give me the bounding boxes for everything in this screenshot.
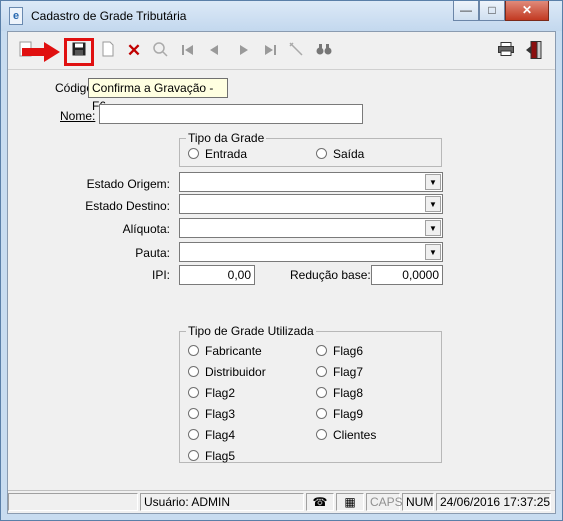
radio-flag7-circle [316, 366, 327, 377]
radio-flag4[interactable]: Flag4 [188, 428, 235, 442]
reducao-base-label: Redução base: [290, 268, 371, 282]
radio-flag3-label: Flag3 [205, 407, 236, 421]
radio-distribuidor[interactable]: Distribuidor [188, 365, 266, 379]
radio-flag3[interactable]: Flag3 [188, 407, 235, 421]
pauta-select[interactable]: ▼ [179, 242, 443, 262]
radio-flag8-circle [316, 387, 327, 398]
tipo-grade-utilizada-title: Tipo de Grade Utilizada [186, 324, 316, 338]
radio-flag5-circle [188, 450, 199, 461]
radio-flag2-label: Flag2 [205, 386, 236, 400]
radio-clientes[interactable]: Clientes [316, 428, 376, 442]
document-icon[interactable] [98, 41, 118, 61]
chevron-down-icon[interactable]: ▼ [425, 174, 441, 190]
radio-fabricante[interactable]: Fabricante [188, 344, 262, 358]
radio-flag6-circle [316, 345, 327, 356]
estado-origem-label: Estado Origem: [86, 177, 170, 191]
phone-icon[interactable]: ☎ [306, 493, 334, 511]
radio-flag5-label: Flag5 [205, 449, 236, 463]
close-button[interactable]: ✕ [505, 1, 549, 21]
radio-flag7-label: Flag7 [333, 365, 364, 379]
caps-indicator: CAPS [366, 493, 403, 511]
search-record-icon[interactable] [150, 41, 170, 61]
previous-record-icon[interactable] [204, 41, 224, 61]
estado-destino-select[interactable]: ▼ [179, 194, 443, 214]
tipo-grade-title: Tipo da Grade [186, 131, 267, 145]
app-icon: e [9, 7, 23, 25]
radio-flag9-label: Flag9 [333, 407, 364, 421]
status-empty [8, 493, 138, 511]
chevron-down-icon[interactable]: ▼ [425, 196, 441, 212]
radio-flag2[interactable]: Flag2 [188, 386, 235, 400]
radio-flag6[interactable]: Flag6 [316, 344, 363, 358]
radio-flag7[interactable]: Flag7 [316, 365, 363, 379]
estado-origem-select[interactable]: ▼ [179, 172, 443, 192]
window-title: Cadastro de Grade Tributária [31, 9, 187, 23]
radio-saida[interactable]: Saída [316, 147, 364, 161]
radio-flag6-label: Flag6 [333, 344, 364, 358]
reducao-base-input[interactable]: 0,0000 [371, 265, 443, 285]
radio-fabricante-label: Fabricante [205, 344, 262, 358]
ipi-label: IPI: [151, 268, 170, 282]
title-bar[interactable]: e Cadastro de Grade Tributária — □ ✕ [1, 1, 562, 31]
radio-flag8[interactable]: Flag8 [316, 386, 363, 400]
filter-icon[interactable] [286, 41, 306, 61]
last-record-icon[interactable] [260, 41, 280, 61]
exit-door-icon[interactable] [524, 41, 544, 61]
tipo-grade-group: Tipo da Grade Entrada Saída [179, 131, 442, 167]
radio-flag3-circle [188, 408, 199, 419]
num-indicator: NUM [402, 493, 434, 511]
radio-clientes-label: Clientes [333, 428, 377, 442]
status-user: Usuário: ADMIN [140, 493, 304, 511]
nome-label: Nome: [60, 109, 96, 123]
radio-flag9[interactable]: Flag9 [316, 407, 363, 421]
radio-saida-circle [316, 148, 327, 159]
aliquota-select[interactable]: ▼ [179, 218, 443, 238]
radio-entrada-label: Entrada [205, 147, 248, 161]
radio-fabricante-circle [188, 345, 199, 356]
radio-distribuidor-label: Distribuidor [205, 365, 266, 379]
nome-input[interactable] [99, 104, 363, 124]
minimize-button[interactable]: — [453, 1, 479, 21]
delete-icon[interactable]: ✕ [124, 41, 144, 61]
maximize-button[interactable]: □ [479, 1, 505, 21]
app-window: e Cadastro de Grade Tributária — □ ✕ ✕ C… [0, 0, 563, 521]
printer-icon[interactable] [496, 41, 516, 61]
save-icon[interactable] [69, 41, 89, 61]
radio-clientes-circle [316, 429, 327, 440]
status-bar: Usuário: ADMIN ☎ ▦ CAPS NUM 24/06/2016 1… [8, 490, 555, 512]
toolbar: ✕ [8, 32, 555, 70]
radio-flag4-label: Flag4 [205, 428, 236, 442]
chevron-down-icon[interactable]: ▼ [425, 220, 441, 236]
tipo-grade-utilizada-group: Tipo de Grade Utilizada Fabricante Distr… [179, 324, 442, 463]
radio-entrada[interactable]: Entrada [188, 147, 247, 161]
radio-entrada-circle [188, 148, 199, 159]
status-datetime: 24/06/2016 17:37:25 [436, 493, 551, 511]
estado-destino-label: Estado Destino: [85, 199, 170, 213]
pauta-label: Pauta: [135, 246, 170, 260]
calculator-icon[interactable]: ▦ [336, 493, 364, 511]
aliquota-label: Alíquota: [122, 222, 170, 236]
radio-flag5[interactable]: Flag5 [188, 449, 235, 463]
next-record-icon[interactable] [234, 41, 254, 61]
first-record-icon[interactable] [178, 41, 198, 61]
red-arrow-icon [22, 42, 60, 62]
binoculars-icon[interactable] [314, 41, 334, 61]
chevron-down-icon[interactable]: ▼ [425, 244, 441, 260]
form-client-area: ✕ Código Confirma a Gravação - Nome: Tip… [7, 31, 556, 514]
radio-flag2-circle [188, 387, 199, 398]
radio-distribuidor-circle [188, 366, 199, 377]
radio-flag4-circle [188, 429, 199, 440]
radio-flag8-label: Flag8 [333, 386, 364, 400]
ipi-input[interactable]: 0,00 [179, 265, 255, 285]
radio-flag9-circle [316, 408, 327, 419]
save-tooltip: Confirma a Gravação - F6 [88, 78, 228, 113]
radio-saida-label: Saída [333, 147, 365, 161]
